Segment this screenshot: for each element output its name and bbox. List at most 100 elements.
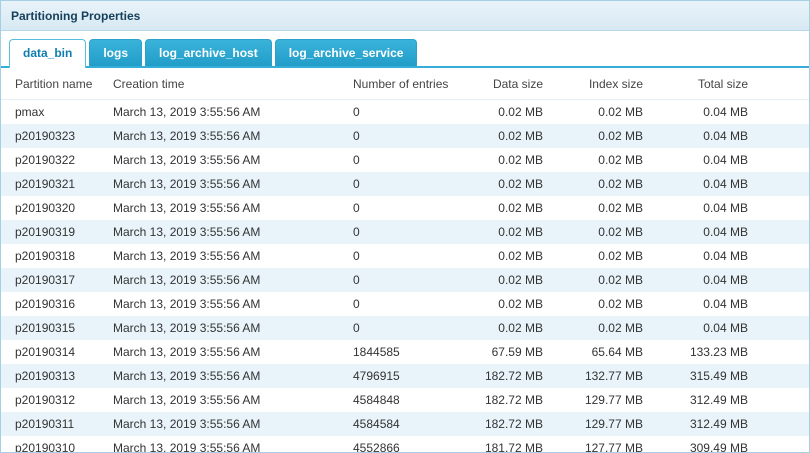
cell-number-of-entries: 0 xyxy=(347,268,477,292)
column-header-number-of-entries: Number of entries xyxy=(347,68,477,100)
cell-data-size: 0.02 MB xyxy=(477,316,549,340)
table-row[interactable]: p20190315March 13, 2019 3:55:56 AM00.02 … xyxy=(1,316,809,340)
cell-number-of-entries: 0 xyxy=(347,148,477,172)
column-header-index-size: Index size xyxy=(549,68,649,100)
table-row[interactable]: pmaxMarch 13, 2019 3:55:56 AM00.02 MB0.0… xyxy=(1,100,809,125)
cell-partition-name: p20190322 xyxy=(1,148,107,172)
column-header-partition-name: Partition name xyxy=(1,68,107,100)
cell-partition-name: p20190311 xyxy=(1,412,107,436)
cell-creation-time: March 13, 2019 3:55:56 AM xyxy=(107,292,347,316)
cell-partition-name: p20190318 xyxy=(1,244,107,268)
cell-total-size: 0.04 MB xyxy=(649,268,754,292)
table-row[interactable]: p20190313March 13, 2019 3:55:56 AM479691… xyxy=(1,364,809,388)
cell-partition-name: p20190315 xyxy=(1,316,107,340)
cell-data-size: 0.02 MB xyxy=(477,268,549,292)
cell-filler xyxy=(754,100,809,125)
cell-creation-time: March 13, 2019 3:55:56 AM xyxy=(107,124,347,148)
cell-index-size: 65.64 MB xyxy=(549,340,649,364)
table-row[interactable]: p20190316March 13, 2019 3:55:56 AM00.02 … xyxy=(1,292,809,316)
tab-logs[interactable]: logs xyxy=(89,39,142,66)
tab-log-archive-host[interactable]: log_archive_host xyxy=(145,39,272,66)
cell-creation-time: March 13, 2019 3:55:56 AM xyxy=(107,340,347,364)
cell-creation-time: March 13, 2019 3:55:56 AM xyxy=(107,148,347,172)
cell-creation-time: March 13, 2019 3:55:56 AM xyxy=(107,388,347,412)
cell-partition-name: p20190310 xyxy=(1,436,107,453)
cell-creation-time: March 13, 2019 3:55:56 AM xyxy=(107,436,347,453)
cell-filler xyxy=(754,172,809,196)
cell-creation-time: March 13, 2019 3:55:56 AM xyxy=(107,172,347,196)
cell-partition-name: p20190317 xyxy=(1,268,107,292)
cell-partition-name: pmax xyxy=(1,100,107,125)
cell-number-of-entries: 0 xyxy=(347,100,477,125)
tab-data-bin[interactable]: data_bin xyxy=(9,39,86,68)
cell-number-of-entries: 4796915 xyxy=(347,364,477,388)
cell-filler xyxy=(754,436,809,453)
table-row[interactable]: p20190319March 13, 2019 3:55:56 AM00.02 … xyxy=(1,220,809,244)
cell-total-size: 312.49 MB xyxy=(649,412,754,436)
column-header-total-size: Total size xyxy=(649,68,754,100)
cell-partition-name: p20190321 xyxy=(1,172,107,196)
cell-filler xyxy=(754,196,809,220)
cell-data-size: 182.72 MB xyxy=(477,364,549,388)
cell-number-of-entries: 0 xyxy=(347,172,477,196)
cell-data-size: 0.02 MB xyxy=(477,244,549,268)
table-row[interactable]: p20190323March 13, 2019 3:55:56 AM00.02 … xyxy=(1,124,809,148)
cell-partition-name: p20190316 xyxy=(1,292,107,316)
table-row[interactable]: p20190320March 13, 2019 3:55:56 AM00.02 … xyxy=(1,196,809,220)
table-row[interactable]: p20190321March 13, 2019 3:55:56 AM00.02 … xyxy=(1,172,809,196)
table-row[interactable]: p20190318March 13, 2019 3:55:56 AM00.02 … xyxy=(1,244,809,268)
cell-number-of-entries: 4584848 xyxy=(347,388,477,412)
tab-log-archive-service[interactable]: log_archive_service xyxy=(275,39,418,66)
cell-total-size: 0.04 MB xyxy=(649,220,754,244)
cell-total-size: 0.04 MB xyxy=(649,196,754,220)
cell-index-size: 0.02 MB xyxy=(549,196,649,220)
cell-index-size: 0.02 MB xyxy=(549,148,649,172)
cell-total-size: 0.04 MB xyxy=(649,292,754,316)
cell-number-of-entries: 1844585 xyxy=(347,340,477,364)
table-row[interactable]: p20190317March 13, 2019 3:55:56 AM00.02 … xyxy=(1,268,809,292)
cell-number-of-entries: 0 xyxy=(347,244,477,268)
cell-index-size: 0.02 MB xyxy=(549,124,649,148)
partition-table: Partition name Creation time Number of e… xyxy=(1,68,809,453)
cell-data-size: 0.02 MB xyxy=(477,172,549,196)
table-row[interactable]: p20190310March 13, 2019 3:55:56 AM455286… xyxy=(1,436,809,453)
cell-filler xyxy=(754,292,809,316)
cell-filler xyxy=(754,148,809,172)
panel-title: Partitioning Properties xyxy=(11,9,140,23)
cell-index-size: 0.02 MB xyxy=(549,100,649,125)
partitioning-properties-panel: Partitioning Properties data_bin logs lo… xyxy=(0,0,810,453)
tabstrip: data_bin logs log_archive_host log_archi… xyxy=(1,31,809,68)
cell-creation-time: March 13, 2019 3:55:56 AM xyxy=(107,364,347,388)
cell-data-size: 0.02 MB xyxy=(477,220,549,244)
cell-total-size: 312.49 MB xyxy=(649,388,754,412)
cell-index-size: 0.02 MB xyxy=(549,316,649,340)
cell-index-size: 0.02 MB xyxy=(549,220,649,244)
cell-data-size: 0.02 MB xyxy=(477,100,549,125)
cell-index-size: 127.77 MB xyxy=(549,436,649,453)
cell-index-size: 129.77 MB xyxy=(549,412,649,436)
cell-total-size: 0.04 MB xyxy=(649,244,754,268)
cell-data-size: 0.02 MB xyxy=(477,196,549,220)
cell-total-size: 0.04 MB xyxy=(649,172,754,196)
cell-number-of-entries: 4584584 xyxy=(347,412,477,436)
table-header-row: Partition name Creation time Number of e… xyxy=(1,68,809,100)
cell-data-size: 0.02 MB xyxy=(477,124,549,148)
cell-data-size: 181.72 MB xyxy=(477,436,549,453)
cell-creation-time: March 13, 2019 3:55:56 AM xyxy=(107,412,347,436)
cell-data-size: 182.72 MB xyxy=(477,412,549,436)
cell-creation-time: March 13, 2019 3:55:56 AM xyxy=(107,220,347,244)
table-row[interactable]: p20190314March 13, 2019 3:55:56 AM184458… xyxy=(1,340,809,364)
cell-index-size: 0.02 MB xyxy=(549,172,649,196)
cell-partition-name: p20190312 xyxy=(1,388,107,412)
cell-filler xyxy=(754,220,809,244)
cell-data-size: 67.59 MB xyxy=(477,340,549,364)
table-row[interactable]: p20190312March 13, 2019 3:55:56 AM458484… xyxy=(1,388,809,412)
cell-index-size: 0.02 MB xyxy=(549,244,649,268)
cell-creation-time: March 13, 2019 3:55:56 AM xyxy=(107,196,347,220)
table-row[interactable]: p20190322March 13, 2019 3:55:56 AM0 0.02 … xyxy=(1,148,809,172)
cell-creation-time: March 13, 2019 3:55:56 AM xyxy=(107,268,347,292)
cell-filler xyxy=(754,364,809,388)
cell-filler xyxy=(754,268,809,292)
cell-creation-time: March 13, 2019 3:55:56 AM xyxy=(107,316,347,340)
table-row[interactable]: p20190311March 13, 2019 3:55:56 AM458458… xyxy=(1,412,809,436)
